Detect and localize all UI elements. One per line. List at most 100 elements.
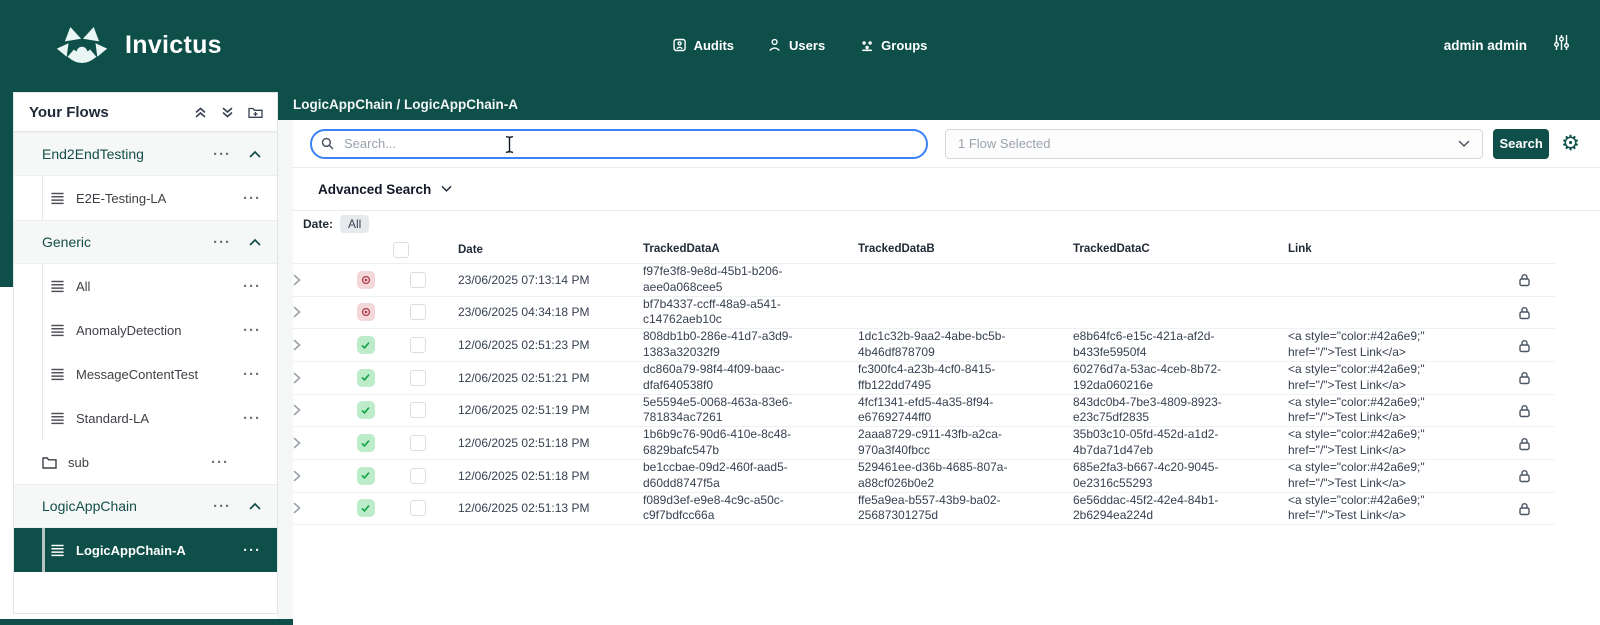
main-nav: Audits Users Groups [673, 0, 928, 90]
cell-trackeddatab: ffe5a9ea-b557-43b9-ba02-25687301275d [848, 492, 1063, 525]
expand-row-chevron-icon[interactable] [293, 339, 338, 351]
search-button[interactable]: Search [1493, 129, 1549, 159]
col-header-trackeddatac: TrackedDataC [1063, 237, 1278, 264]
flow-stack-icon [50, 412, 65, 425]
item-menu-button[interactable]: ··· [243, 323, 261, 338]
status-badge [357, 303, 375, 321]
lock-icon[interactable] [1518, 502, 1531, 516]
sidebar-section[interactable]: Generic ··· [14, 220, 277, 264]
select-all-checkbox[interactable] [393, 242, 409, 258]
nav-item-groups[interactable]: Groups [859, 38, 927, 53]
gear-icon[interactable]: ⚙ [1561, 133, 1580, 154]
row-checkbox[interactable] [410, 500, 426, 516]
row-checkbox[interactable] [410, 370, 426, 386]
item-menu-button[interactable]: ··· [243, 279, 261, 294]
cell-trackeddatac [1063, 264, 1278, 297]
row-checkbox[interactable] [410, 272, 426, 288]
cell-link: <a style="color:#42a6e9;" href="/">Test … [1278, 492, 1493, 525]
advanced-search-toggle[interactable]: Advanced Search [318, 182, 431, 197]
expand-row-chevron-icon[interactable] [293, 372, 338, 384]
sidebar-flow-item[interactable]: MessageContentTest ··· [14, 352, 277, 396]
expand-row-chevron-icon[interactable] [293, 437, 338, 449]
row-checkbox[interactable] [410, 468, 426, 484]
lock-icon[interactable] [1518, 306, 1531, 320]
sidebar-section[interactable]: LogicAppChain ··· [14, 484, 277, 528]
sidebar-folder-item[interactable]: sub ··· [14, 440, 277, 484]
status-badge [357, 499, 375, 517]
cell-trackeddatab: 4fcf1341-efd5-4a35-8f94-e67692744ff0 [848, 394, 1063, 427]
results-table: Date TrackedDataA TrackedDataB TrackedDa… [293, 237, 1555, 525]
sidebar-flow-item[interactable]: LogicAppChain-A ··· [14, 528, 277, 572]
lock-icon[interactable] [1518, 339, 1531, 353]
search-input[interactable] [310, 129, 928, 159]
cell-trackeddataa: 5e5594e5-0068-463a-83e6-781834ac7261 [633, 394, 848, 427]
flow-item-label: All [76, 279, 243, 294]
sidebar-flow-item[interactable]: E2E-Testing-LA ··· [14, 176, 277, 220]
table-row[interactable]: 12/06/2025 02:51:19 PM 5e5594e5-0068-463… [293, 394, 1555, 427]
collapse-all-icon[interactable] [194, 106, 207, 119]
date-filter-label: Date: [303, 217, 333, 231]
item-menu-button[interactable]: ··· [243, 367, 261, 382]
audits-icon [673, 38, 687, 52]
table-row[interactable]: 12/06/2025 02:51:23 PM 808db1b0-286e-41d… [293, 329, 1555, 362]
nav-item-users[interactable]: Users [768, 38, 825, 53]
date-filter-value-badge[interactable]: All [340, 215, 369, 233]
flows-sidebar: Your Flows [13, 92, 278, 614]
chevron-up-icon[interactable] [249, 150, 261, 158]
flow-stack-icon [50, 192, 65, 205]
cell-trackeddataa: f97fe3f8-9e8d-45b1-b206-aee0a068cee5 [633, 264, 848, 297]
row-checkbox[interactable] [410, 337, 426, 353]
expand-row-chevron-icon[interactable] [293, 404, 338, 416]
flow-selector-dropdown[interactable]: 1 Flow Selected [945, 129, 1483, 159]
table-row[interactable]: 12/06/2025 02:51:18 PM 1b6b9c76-90d6-410… [293, 427, 1555, 460]
cell-link: <a style="color:#42a6e9;" href="/">Test … [1278, 427, 1493, 460]
chevron-down-icon[interactable] [441, 185, 452, 193]
table-row[interactable]: 12/06/2025 02:51:18 PM be1ccbae-09d2-460… [293, 459, 1555, 492]
expand-row-chevron-icon[interactable] [293, 502, 338, 514]
section-menu-button[interactable]: ··· [213, 147, 231, 162]
settings-sliders-icon[interactable] [1553, 34, 1570, 56]
nav-label: Users [789, 38, 825, 53]
lock-icon[interactable] [1518, 404, 1531, 418]
sidebar-flow-item[interactable]: AnomalyDetection ··· [14, 308, 277, 352]
table-row[interactable]: 23/06/2025 04:34:18 PM bf7b4337-ccff-48a… [293, 296, 1555, 329]
item-menu-button[interactable]: ··· [243, 543, 261, 558]
flow-item-label: AnomalyDetection [76, 323, 243, 338]
sidebar-flow-item[interactable]: All ··· [14, 264, 277, 308]
text-cursor [504, 135, 515, 159]
chevron-up-icon[interactable] [249, 238, 261, 246]
expand-row-chevron-icon[interactable] [293, 470, 338, 482]
lock-icon[interactable] [1518, 469, 1531, 483]
results-table-body: 23/06/2025 07:13:14 PM f97fe3f8-9e8d-45b… [293, 264, 1555, 525]
expand-all-icon[interactable] [221, 106, 234, 119]
new-folder-icon[interactable] [248, 106, 263, 119]
table-row[interactable]: 12/06/2025 02:51:13 PM f089d3ef-e9e8-4c9… [293, 492, 1555, 525]
row-checkbox[interactable] [410, 304, 426, 320]
section-menu-button[interactable]: ··· [213, 235, 231, 250]
sidebar-section[interactable]: End2EndTesting ··· [14, 132, 277, 176]
flow-stack-icon [50, 544, 65, 557]
row-checkbox[interactable] [410, 435, 426, 451]
cell-date: 12/06/2025 02:51:18 PM [443, 427, 633, 460]
lock-icon[interactable] [1518, 371, 1531, 385]
chevron-up-icon[interactable] [249, 502, 261, 510]
brand[interactable]: Invictus [55, 24, 222, 66]
flow-item-label: E2E-Testing-LA [76, 191, 243, 206]
expand-row-chevron-icon[interactable] [293, 306, 338, 318]
cell-trackeddatac: e8b64fc6-e15c-421a-af2d-b433fe5950f4 [1063, 329, 1278, 362]
item-menu-button[interactable]: ··· [243, 411, 261, 426]
item-menu-button[interactable]: ··· [243, 191, 261, 206]
flow-stack-icon [50, 368, 65, 381]
table-row[interactable]: 23/06/2025 07:13:14 PM f97fe3f8-9e8d-45b… [293, 264, 1555, 297]
nav-item-audits[interactable]: Audits [673, 38, 734, 53]
lock-icon[interactable] [1518, 437, 1531, 451]
nav-label: Groups [881, 38, 927, 53]
lock-icon[interactable] [1518, 273, 1531, 287]
item-menu-button[interactable]: ··· [211, 455, 229, 470]
expand-row-chevron-icon[interactable] [293, 274, 338, 286]
table-row[interactable]: 12/06/2025 02:51:21 PM dc860a79-98f4-4f0… [293, 361, 1555, 394]
section-menu-button[interactable]: ··· [213, 499, 231, 514]
sidebar-flow-item[interactable]: Standard-LA ··· [14, 396, 277, 440]
cell-date: 12/06/2025 02:51:13 PM [443, 492, 633, 525]
row-checkbox[interactable] [410, 402, 426, 418]
